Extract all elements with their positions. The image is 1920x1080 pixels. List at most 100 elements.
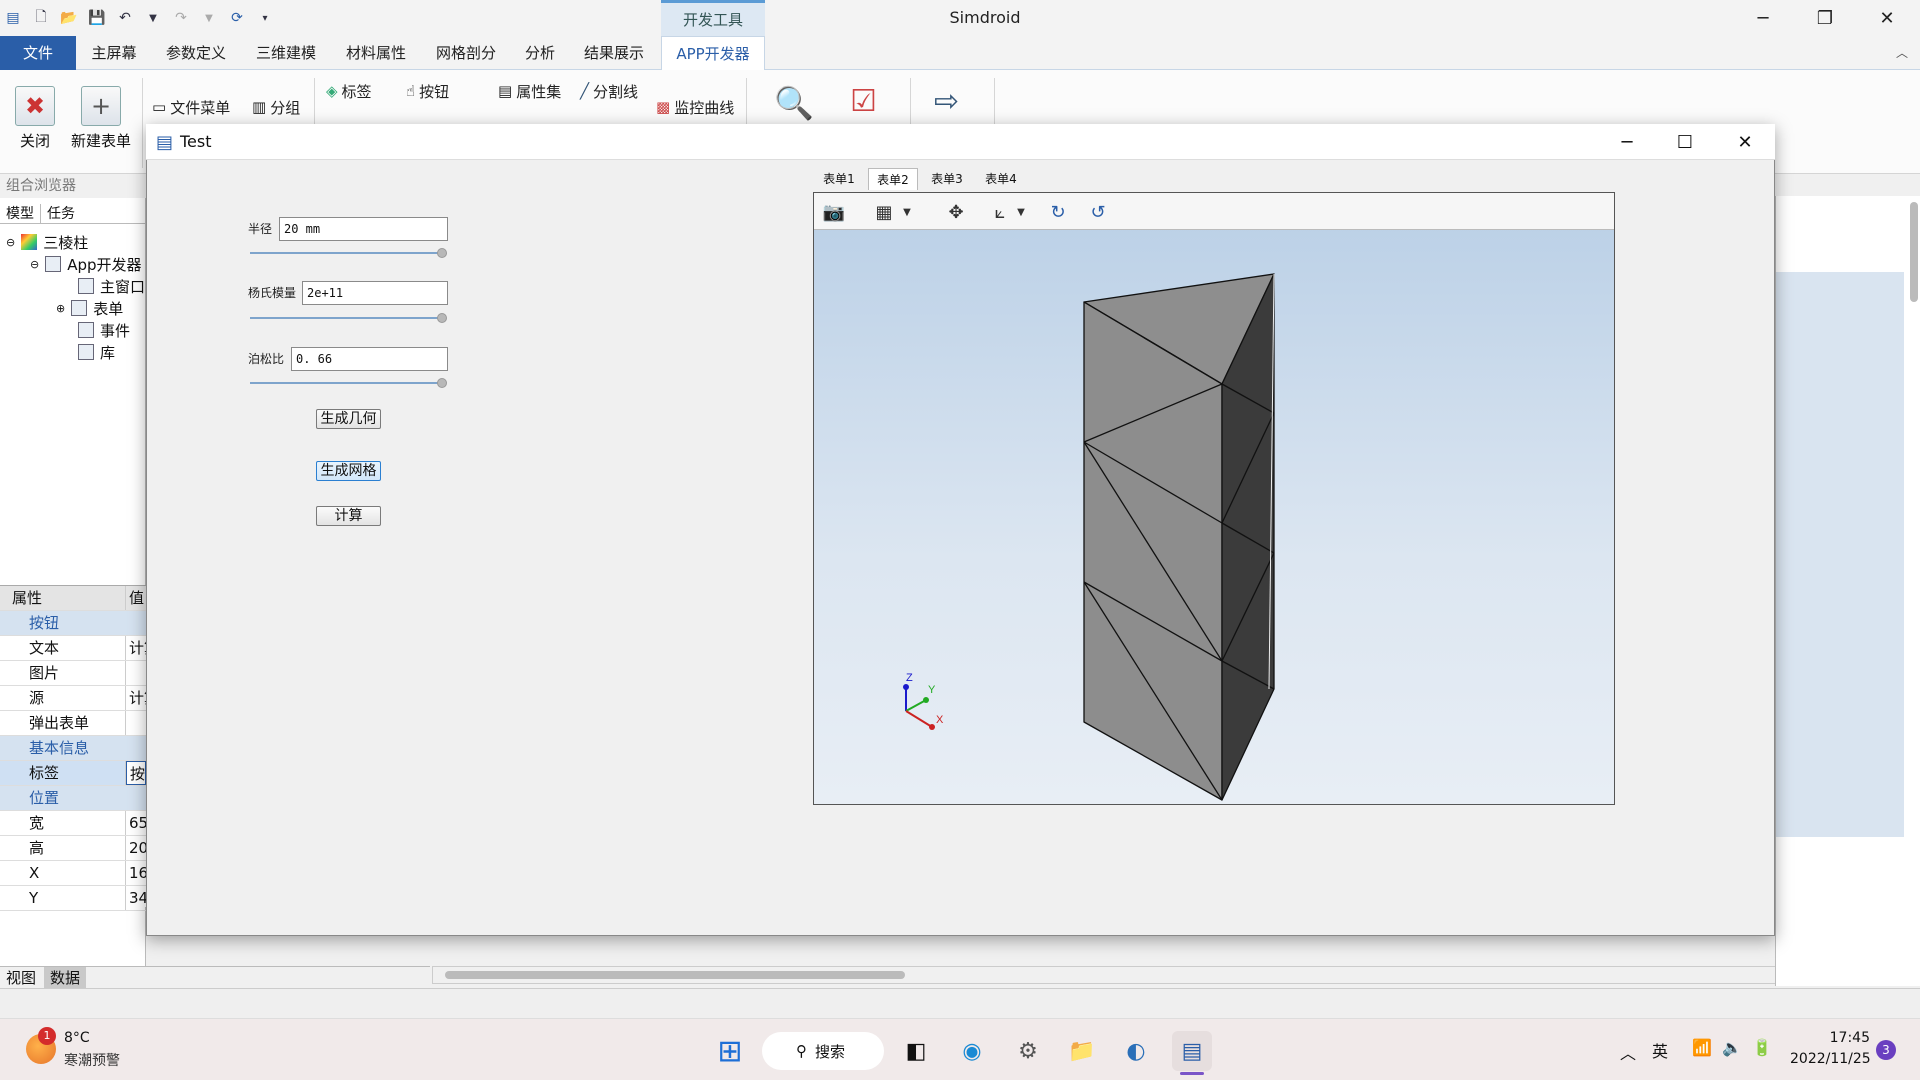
compute-button[interactable]: 计算 — [316, 506, 381, 526]
tab-results[interactable]: 结果展示 — [574, 36, 654, 70]
property-value[interactable]: 计算 — [126, 686, 146, 710]
redo-icon[interactable]: ↷ — [170, 7, 192, 29]
app-shortcut-icon[interactable]: ◐ — [1116, 1031, 1156, 1071]
tray-overflow-icon[interactable]: ︿ — [1620, 1040, 1636, 1064]
collapse-icon[interactable]: ⊖ — [6, 236, 15, 249]
property-row[interactable]: 图片 — [0, 661, 146, 686]
refresh-icon[interactable]: ⟳ — [226, 7, 248, 29]
slider-thumb[interactable] — [437, 378, 448, 388]
youngs-modulus-input[interactable]: 2e+11 — [302, 281, 448, 305]
save-icon[interactable]: 💾 — [86, 7, 108, 29]
property-row[interactable]: 宽 65 — [0, 811, 146, 836]
tab-app-developer[interactable]: APP开发器 — [661, 36, 765, 70]
tab-form-1[interactable]: 表单1 — [815, 168, 863, 190]
generate-geometry-button[interactable]: 生成几何 — [316, 409, 381, 429]
tree-node-library[interactable]: 库 — [78, 341, 115, 363]
clock-date[interactable]: 2022/11/25 — [1790, 1051, 1871, 1067]
tab-view[interactable]: 视图 — [0, 967, 42, 988]
property-value[interactable] — [126, 711, 146, 735]
restore-button[interactable]: ❐ — [1796, 0, 1854, 36]
tab-file[interactable]: 文件 — [0, 36, 76, 70]
property-value[interactable]: 按钮 — [126, 761, 146, 785]
redo-dropdown-icon[interactable]: ▼ — [198, 7, 220, 29]
poisson-ratio-slider[interactable] — [250, 376, 448, 390]
file-explorer-icon[interactable]: 📁 — [1062, 1031, 1102, 1071]
scrollbar-thumb[interactable] — [445, 971, 905, 979]
tree-node-forms[interactable]: ⊕ 表单 — [56, 297, 123, 319]
tab-model[interactable]: 模型 — [0, 204, 41, 223]
settings-gear-icon[interactable]: ⚙ — [1008, 1031, 1048, 1071]
simdroid-taskbar-icon[interactable]: ▤ — [1172, 1031, 1212, 1071]
wifi-icon[interactable]: 📶 — [1692, 1038, 1712, 1057]
rotate-ccw-icon[interactable]: ↺ — [1084, 199, 1112, 225]
customize-qat-icon[interactable]: ▾ — [254, 7, 276, 29]
property-row[interactable]: 弹出表单 — [0, 711, 146, 736]
property-value[interactable]: 65 — [126, 811, 146, 835]
task-view-icon[interactable]: ◧ — [896, 1031, 936, 1071]
slider-thumb[interactable] — [437, 313, 448, 323]
tab-analysis[interactable]: 分析 — [516, 36, 564, 70]
undo-dropdown-icon[interactable]: ▼ — [142, 7, 164, 29]
weather-temperature[interactable]: 8°C — [64, 1030, 90, 1046]
axis-orientation-icon[interactable]: ⟀ — [986, 199, 1014, 225]
tab-form-2[interactable]: 表单2 — [868, 168, 918, 190]
property-value[interactable]: 16 — [126, 861, 146, 885]
collapse-icon[interactable]: ⊖ — [30, 258, 39, 271]
property-row[interactable]: Y 34 — [0, 886, 146, 911]
tab-material[interactable]: 材料属性 — [336, 36, 416, 70]
battery-icon[interactable]: 🔋 — [1752, 1038, 1772, 1057]
radius-slider[interactable] — [250, 246, 448, 260]
tab-form-4[interactable]: 表单4 — [976, 168, 1026, 190]
expand-icon[interactable]: ⊕ — [56, 302, 65, 315]
youngs-modulus-slider[interactable] — [250, 311, 448, 325]
tab-3d-modeling[interactable]: 三维建模 — [246, 36, 326, 70]
clock-time[interactable]: 17:45 — [1800, 1030, 1870, 1046]
vertical-scrollbar[interactable] — [1910, 202, 1918, 302]
property-value[interactable] — [126, 661, 146, 685]
notification-badge[interactable]: 3 — [1876, 1040, 1896, 1060]
slider-thumb[interactable] — [437, 248, 448, 258]
group-button[interactable]: ▥ 分组 — [252, 95, 300, 119]
property-value[interactable]: 计算 — [126, 636, 146, 660]
label-tool-button[interactable]: ◈ 标签 — [326, 79, 372, 103]
close-button[interactable]: ✕ — [1858, 0, 1916, 36]
tree-node-main-window[interactable]: 主窗口 — [78, 275, 145, 297]
rotate-cw-icon[interactable]: ↻ — [1044, 199, 1072, 225]
monitor-curve-button[interactable]: ▩ 监控曲线 — [656, 95, 734, 119]
horizontal-scrollbar[interactable] — [432, 966, 1907, 984]
poisson-ratio-input[interactable]: 0. 66 — [291, 347, 448, 371]
property-category[interactable]: 按钮 — [0, 611, 146, 636]
tree-node-app-developer[interactable]: ⊖ App开发器 — [30, 253, 142, 275]
tab-parameters[interactable]: 参数定义 — [156, 36, 236, 70]
new-file-icon[interactable]: 🗋 — [30, 7, 52, 29]
tab-data[interactable]: 数据 — [44, 967, 87, 988]
new-form-button[interactable]: + 新建表单 — [66, 74, 136, 170]
undo-icon[interactable]: ↶ — [114, 7, 136, 29]
ime-indicator[interactable]: 英 — [1652, 1038, 1668, 1062]
export-icon[interactable]: ⇨ — [934, 84, 959, 119]
property-value[interactable]: 34 — [126, 886, 146, 910]
property-set-button[interactable]: ▤ 属性集 — [498, 79, 561, 103]
dialog-minimize-button[interactable]: ─ — [1598, 124, 1656, 160]
property-row[interactable]: 文本计算 — [0, 636, 146, 661]
taskbar-search[interactable]: ⚲ 搜索 — [762, 1032, 884, 1070]
divider-tool-button[interactable]: ╱ 分割线 — [580, 79, 638, 103]
collapse-ribbon-icon[interactable]: ︿ — [1896, 44, 1908, 61]
tree-node-events[interactable]: 事件 — [78, 319, 130, 341]
tree-node-prism[interactable]: ⊖ 三棱柱 — [6, 231, 88, 253]
fit-all-icon[interactable]: ✥ — [942, 199, 970, 225]
volume-icon[interactable]: 🔈 — [1722, 1038, 1742, 1057]
start-icon[interactable]: ⊞ — [710, 1031, 750, 1071]
view-cube-dropdown-icon[interactable]: ▼ — [900, 199, 914, 225]
camera-icon[interactable]: 📷 — [820, 199, 848, 225]
tab-home[interactable]: 主屏幕 — [82, 36, 146, 70]
dialog-close-button[interactable]: ✕ — [1716, 124, 1774, 160]
checklist-icon[interactable]: ☑ — [850, 84, 877, 119]
file-menu-button[interactable]: ▭ 文件菜单 — [152, 95, 230, 119]
tab-tasks[interactable]: 任务 — [41, 204, 81, 223]
generate-mesh-button[interactable]: 生成网格 — [316, 461, 381, 481]
close-form-button[interactable]: ✖ 关闭 — [0, 74, 70, 170]
preview-search-icon[interactable]: 🔍 — [774, 84, 814, 122]
tab-meshing[interactable]: 网格剖分 — [426, 36, 506, 70]
property-value[interactable]: 20 — [126, 836, 146, 860]
